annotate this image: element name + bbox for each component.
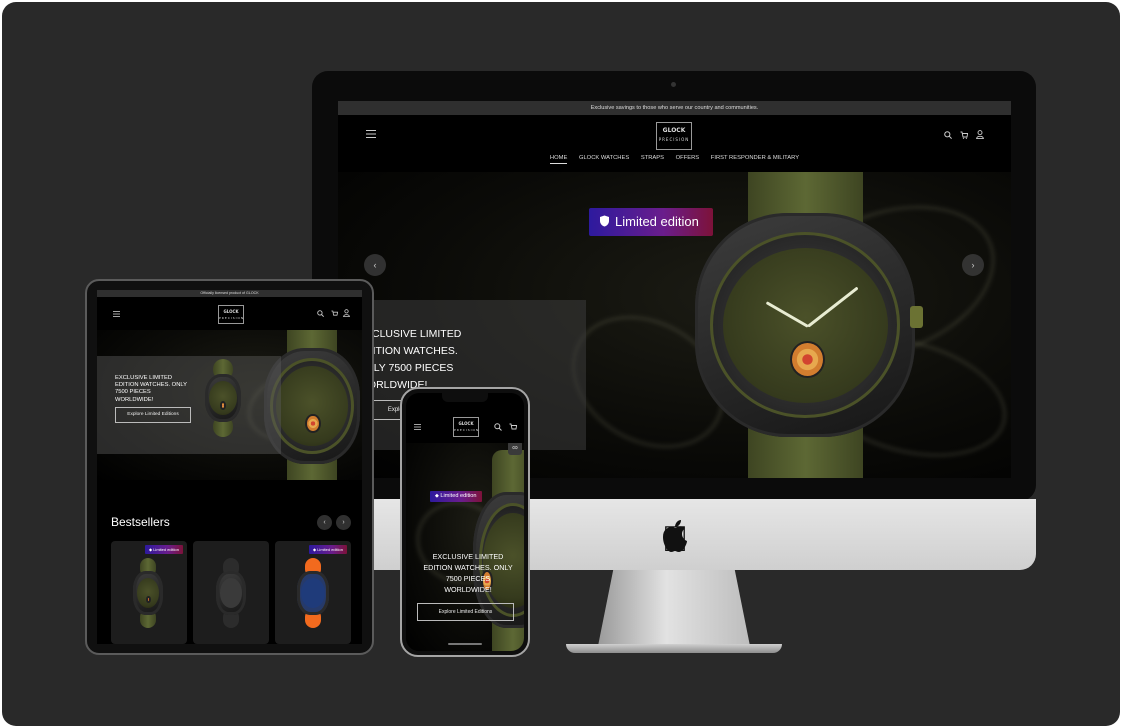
watch-dial <box>301 578 325 608</box>
apple-logo-icon <box>663 520 687 552</box>
hero-next-arrow[interactable]: › <box>962 254 984 276</box>
logo-wordmark: GLOCK <box>458 421 474 426</box>
badge-text: Limited edition <box>615 214 699 229</box>
watch-crown <box>910 306 923 329</box>
tablet-hero-panel <box>97 356 281 454</box>
search-icon[interactable] <box>317 310 324 317</box>
product-badge: ◆ Limited edition <box>309 545 347 554</box>
watch-dial <box>136 578 160 608</box>
menu-icon[interactable] <box>113 311 120 317</box>
product-image <box>214 558 248 628</box>
nav-glock-watches[interactable]: GLOCK WATCHES <box>579 155 629 161</box>
search-icon[interactable] <box>944 131 952 139</box>
mobile-limited-edition-badge: ◆ Limited edition <box>430 491 482 502</box>
product-badge-text: Limited edition <box>153 547 179 552</box>
bestsellers-prev-arrow[interactable]: ‹ <box>317 515 332 530</box>
home-indicator <box>448 643 482 645</box>
nav-first-responder-military[interactable]: FIRST RESPONDER & MILITARY <box>711 155 799 161</box>
watch-target-dial <box>145 596 151 604</box>
tablet-bestsellers-title: Bestsellers <box>111 515 170 529</box>
tablet-announcement-text: Officially licensed product of GLOCK <box>200 291 259 295</box>
mobile-site-logo[interactable]: GLOCK PRECISION <box>453 417 479 437</box>
product-image <box>131 558 165 628</box>
link-icon[interactable]: ∞ <box>508 443 522 455</box>
site-logo[interactable]: GLOCK PRECISION <box>656 122 692 150</box>
cart-icon[interactable] <box>509 423 517 431</box>
product-card[interactable]: ◆ Limited edition <box>275 541 351 644</box>
hero-prev-arrow[interactable]: ‹ <box>364 254 386 276</box>
watch-target-dial <box>305 414 321 434</box>
limited-edition-badge: Limited edition <box>589 208 713 236</box>
account-icon[interactable] <box>343 309 350 317</box>
mobile-notch <box>442 393 488 402</box>
announcement-bar: Exclusive savings to those who serve our… <box>338 101 1011 115</box>
tablet-hero: EXCLUSIVE LIMITED EDITION WATCHES. ONLY … <box>97 330 362 480</box>
logo-wordmark: GLOCK <box>662 127 686 134</box>
mobile-hero: ∞ ◆ Limited edition EXCLUSIVE LIMITED ED… <box>406 443 524 651</box>
logo-subtitle: PRECISION <box>454 428 480 432</box>
shield-icon: ◆ <box>149 547 153 552</box>
hero-watch-image <box>680 172 930 478</box>
watch-dial <box>219 578 243 608</box>
search-icon[interactable] <box>494 423 502 431</box>
watch-target-dial <box>790 340 825 378</box>
tablet-announcement-bar: Officially licensed product of GLOCK <box>97 290 362 297</box>
bestsellers-next-arrow[interactable]: › <box>336 515 351 530</box>
shield-icon: ◆ <box>435 493 439 499</box>
cart-icon[interactable] <box>331 310 338 317</box>
imac-foot <box>566 644 782 653</box>
mobile-hero-headline: EXCLUSIVE LIMITED EDITION WATCHES. ONLY … <box>423 552 513 594</box>
nav-home[interactable]: HOME <box>549 155 568 164</box>
mobile-badge-text: Limited edition <box>440 493 477 499</box>
nav-straps[interactable]: STRAPS <box>641 155 664 161</box>
imac-stand <box>598 570 750 646</box>
mobile-explore-button[interactable]: Explore Limited Editions <box>417 603 514 621</box>
nav-offers[interactable]: OFFERS <box>676 155 700 161</box>
announcement-text: Exclusive savings to those who serve our… <box>590 105 759 111</box>
logo-subtitle: PRECISION <box>658 137 690 142</box>
tablet-small-watch <box>202 358 244 438</box>
product-badge: ◆ Limited edition <box>145 545 183 554</box>
camera-dot <box>671 82 676 87</box>
tablet-site-logo[interactable]: GLOCK PRECISION <box>218 305 244 324</box>
hero-headline: EXCLUSIVE LIMITED EDITION WATCHES. ONLY … <box>358 328 462 391</box>
watch-dial <box>275 366 349 446</box>
watch-dial <box>209 381 237 415</box>
cart-icon[interactable] <box>960 131 968 139</box>
main-nav: HOME GLOCK WATCHES STRAPS OFFERS FIRST R… <box>338 155 1011 164</box>
logo-subtitle: PRECISION <box>219 316 245 320</box>
account-icon[interactable] <box>976 130 984 139</box>
tablet-screen: Officially licensed product of GLOCK GLO… <box>97 290 362 644</box>
tablet-explore-button[interactable]: Explore Limited Editions <box>115 407 191 423</box>
product-card[interactable] <box>193 541 269 644</box>
tablet-hero-headline: EXCLUSIVE LIMITED EDITION WATCHES. ONLY … <box>115 375 187 403</box>
shield-icon <box>600 215 609 227</box>
menu-icon[interactable] <box>414 424 421 430</box>
menu-icon[interactable] <box>366 130 376 138</box>
product-card[interactable]: ◆ Limited edition <box>111 541 187 644</box>
product-image <box>295 558 331 628</box>
shield-icon: ◆ <box>313 547 317 552</box>
product-badge-text: Limited edition <box>317 547 343 552</box>
mobile-screen: GLOCK PRECISION ∞ ◆ Limited edition EXCL… <box>406 393 524 651</box>
logo-wordmark: GLOCK <box>223 309 239 314</box>
